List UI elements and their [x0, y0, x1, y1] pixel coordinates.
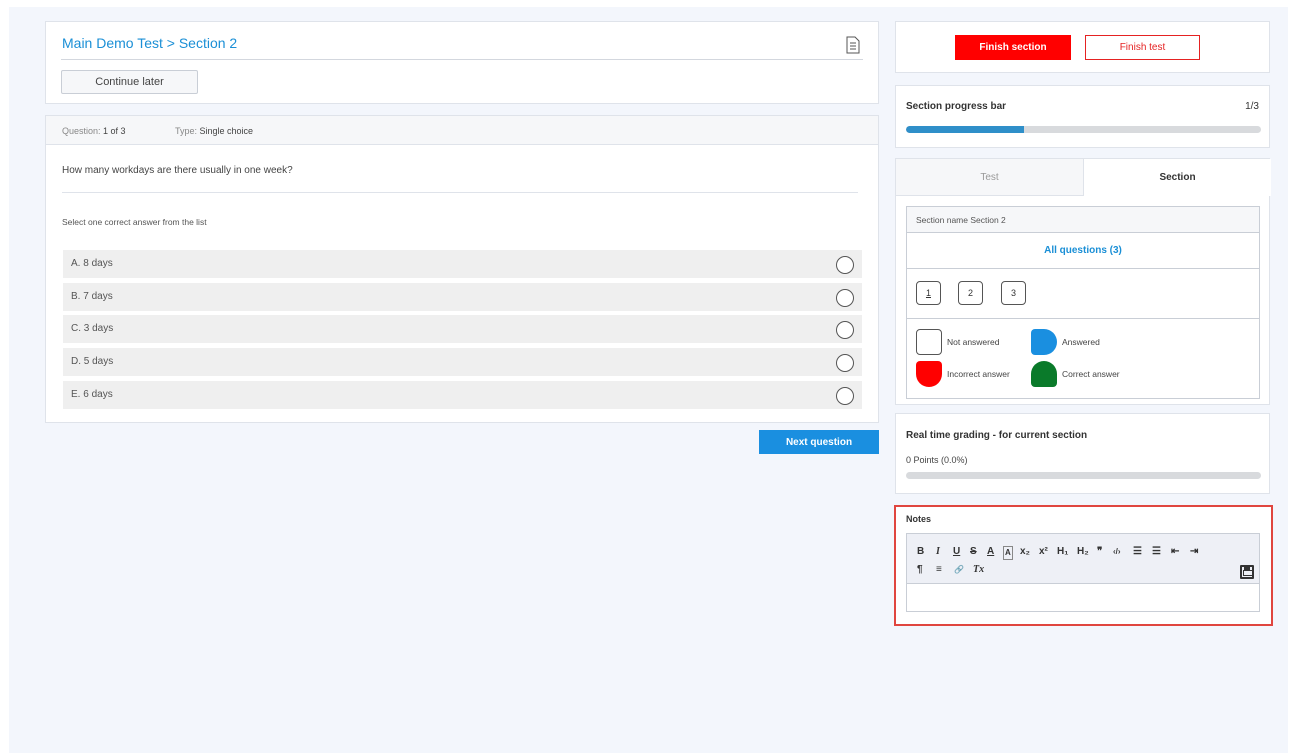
navigation-card: Test Section Section name Section 2 All …	[895, 158, 1271, 405]
section-name: Section name Section 2	[907, 207, 1259, 233]
finish-test-button[interactable]: Finish test	[1085, 35, 1200, 60]
answered-icon	[1031, 329, 1057, 355]
save-icon[interactable]	[1240, 565, 1254, 579]
indent-icon[interactable]: ⇥	[1190, 546, 1198, 558]
tab-section[interactable]: Section	[1084, 159, 1271, 196]
all-questions-link[interactable]: All questions (3)	[907, 233, 1259, 269]
answer-label: C. 3 days	[71, 323, 114, 334]
outdent-icon[interactable]: ⇤	[1171, 546, 1179, 558]
notes-card: Notes B I U S A A x₂ x² H₁ H₂ ❞ ‹/› ☰ ☰ …	[894, 505, 1273, 626]
heading-2-icon[interactable]: H₂	[1077, 546, 1089, 558]
radio-icon[interactable]	[836, 354, 854, 372]
paragraph-direction-icon[interactable]: ¶	[917, 564, 923, 576]
link-icon[interactable]: 🔗	[954, 564, 964, 576]
answer-label: D. 5 days	[71, 356, 114, 367]
code-icon[interactable]: ‹/›	[1113, 546, 1121, 558]
real-time-grading-card: Real time grading - for current section …	[895, 413, 1270, 494]
grading-track	[906, 472, 1261, 479]
notes-text-area[interactable]	[907, 584, 1259, 611]
progress-count: 1/3	[1245, 101, 1259, 112]
legend-not-answered: Not answered	[947, 337, 1000, 347]
grading-title: Real time grading - for current section	[906, 430, 1088, 441]
radio-icon[interactable]	[836, 387, 854, 405]
question-number-1[interactable]: 1	[916, 281, 941, 305]
not-answered-icon	[916, 329, 942, 355]
progress-track	[906, 126, 1261, 133]
blockquote-icon[interactable]: ❞	[1097, 546, 1102, 558]
ordered-list-icon[interactable]: ☰	[1133, 546, 1142, 558]
finish-section-button[interactable]: Finish section	[955, 35, 1071, 60]
answer-label: A. 8 days	[71, 258, 113, 269]
align-icon[interactable]: ≡	[936, 564, 942, 576]
question-number-2[interactable]: 2	[958, 281, 983, 305]
question-counter: Question: 1 of 3	[62, 126, 126, 136]
italic-icon[interactable]: I	[936, 546, 940, 558]
continue-later-button[interactable]: Continue later	[61, 70, 198, 94]
section-progress-card: Section progress bar 1/3	[895, 85, 1270, 148]
superscript-icon[interactable]: x²	[1039, 546, 1048, 558]
breadcrumb[interactable]: Main Demo Test > Section 2	[62, 35, 237, 51]
correct-answer-icon	[1031, 361, 1057, 387]
answer-option-d[interactable]: D. 5 days	[63, 348, 862, 376]
bold-icon[interactable]: B	[917, 546, 924, 558]
question-number-row: 1 2 3	[907, 269, 1259, 319]
notes-title: Notes	[906, 514, 932, 524]
legend-incorrect: Incorrect answer	[947, 369, 1010, 379]
clear-format-icon[interactable]: Tx	[973, 564, 984, 576]
document-icon[interactable]	[846, 36, 860, 54]
question-meta: Question: 1 of 3 Type: Single choice	[46, 116, 878, 145]
progress-fill	[906, 126, 1025, 133]
answer-option-e[interactable]: E. 6 days	[63, 381, 862, 409]
question-text: How many workdays are there usually in o…	[62, 165, 293, 176]
highlight-icon[interactable]: A	[1003, 546, 1013, 560]
bullet-list-icon[interactable]: ☰	[1152, 546, 1161, 558]
question-type: Type: Single choice	[175, 126, 254, 136]
progress-title: Section progress bar	[906, 101, 1007, 112]
question-number-3[interactable]: 3	[1001, 281, 1026, 305]
header-divider	[61, 59, 863, 60]
next-question-button[interactable]: Next question	[759, 430, 879, 454]
test-header-card: Main Demo Test > Section 2 Continue late…	[45, 21, 879, 104]
editor-toolbar: B I U S A A x₂ x² H₁ H₂ ❞ ‹/› ☰ ☰ ⇤ ⇥ ¶ …	[907, 534, 1259, 584]
strikethrough-icon[interactable]: S	[970, 546, 977, 558]
answer-label: B. 7 days	[71, 291, 113, 302]
radio-icon[interactable]	[836, 321, 854, 339]
finish-actions-card: Finish section Finish test	[895, 21, 1270, 73]
tab-test[interactable]: Test	[896, 159, 1084, 196]
test-page: Main Demo Test > Section 2 Continue late…	[0, 0, 1296, 753]
underline-icon[interactable]: U	[953, 546, 960, 558]
section-box: Section name Section 2 All questions (3)…	[906, 206, 1260, 399]
legend-answered: Answered	[1062, 337, 1100, 347]
grading-points: 0 Points (0.0%)	[906, 455, 968, 465]
notes-editor: B I U S A A x₂ x² H₁ H₂ ❞ ‹/› ☰ ☰ ⇤ ⇥ ¶ …	[906, 533, 1260, 612]
answer-label: E. 6 days	[71, 389, 113, 400]
radio-icon[interactable]	[836, 256, 854, 274]
heading-1-icon[interactable]: H₁	[1057, 546, 1068, 558]
question-divider	[62, 192, 858, 193]
radio-icon[interactable]	[836, 289, 854, 307]
answer-option-a[interactable]: A. 8 days	[63, 250, 862, 278]
question-instruction: Select one correct answer from the list	[62, 217, 207, 227]
answer-option-b[interactable]: B. 7 days	[63, 283, 862, 311]
text-color-icon[interactable]: A	[987, 546, 994, 558]
legend-correct: Correct answer	[1062, 369, 1120, 379]
question-card: Question: 1 of 3 Type: Single choice How…	[45, 115, 879, 423]
answer-option-c[interactable]: C. 3 days	[63, 315, 862, 343]
incorrect-answer-icon	[916, 361, 942, 387]
subscript-icon[interactable]: x₂	[1020, 546, 1030, 558]
